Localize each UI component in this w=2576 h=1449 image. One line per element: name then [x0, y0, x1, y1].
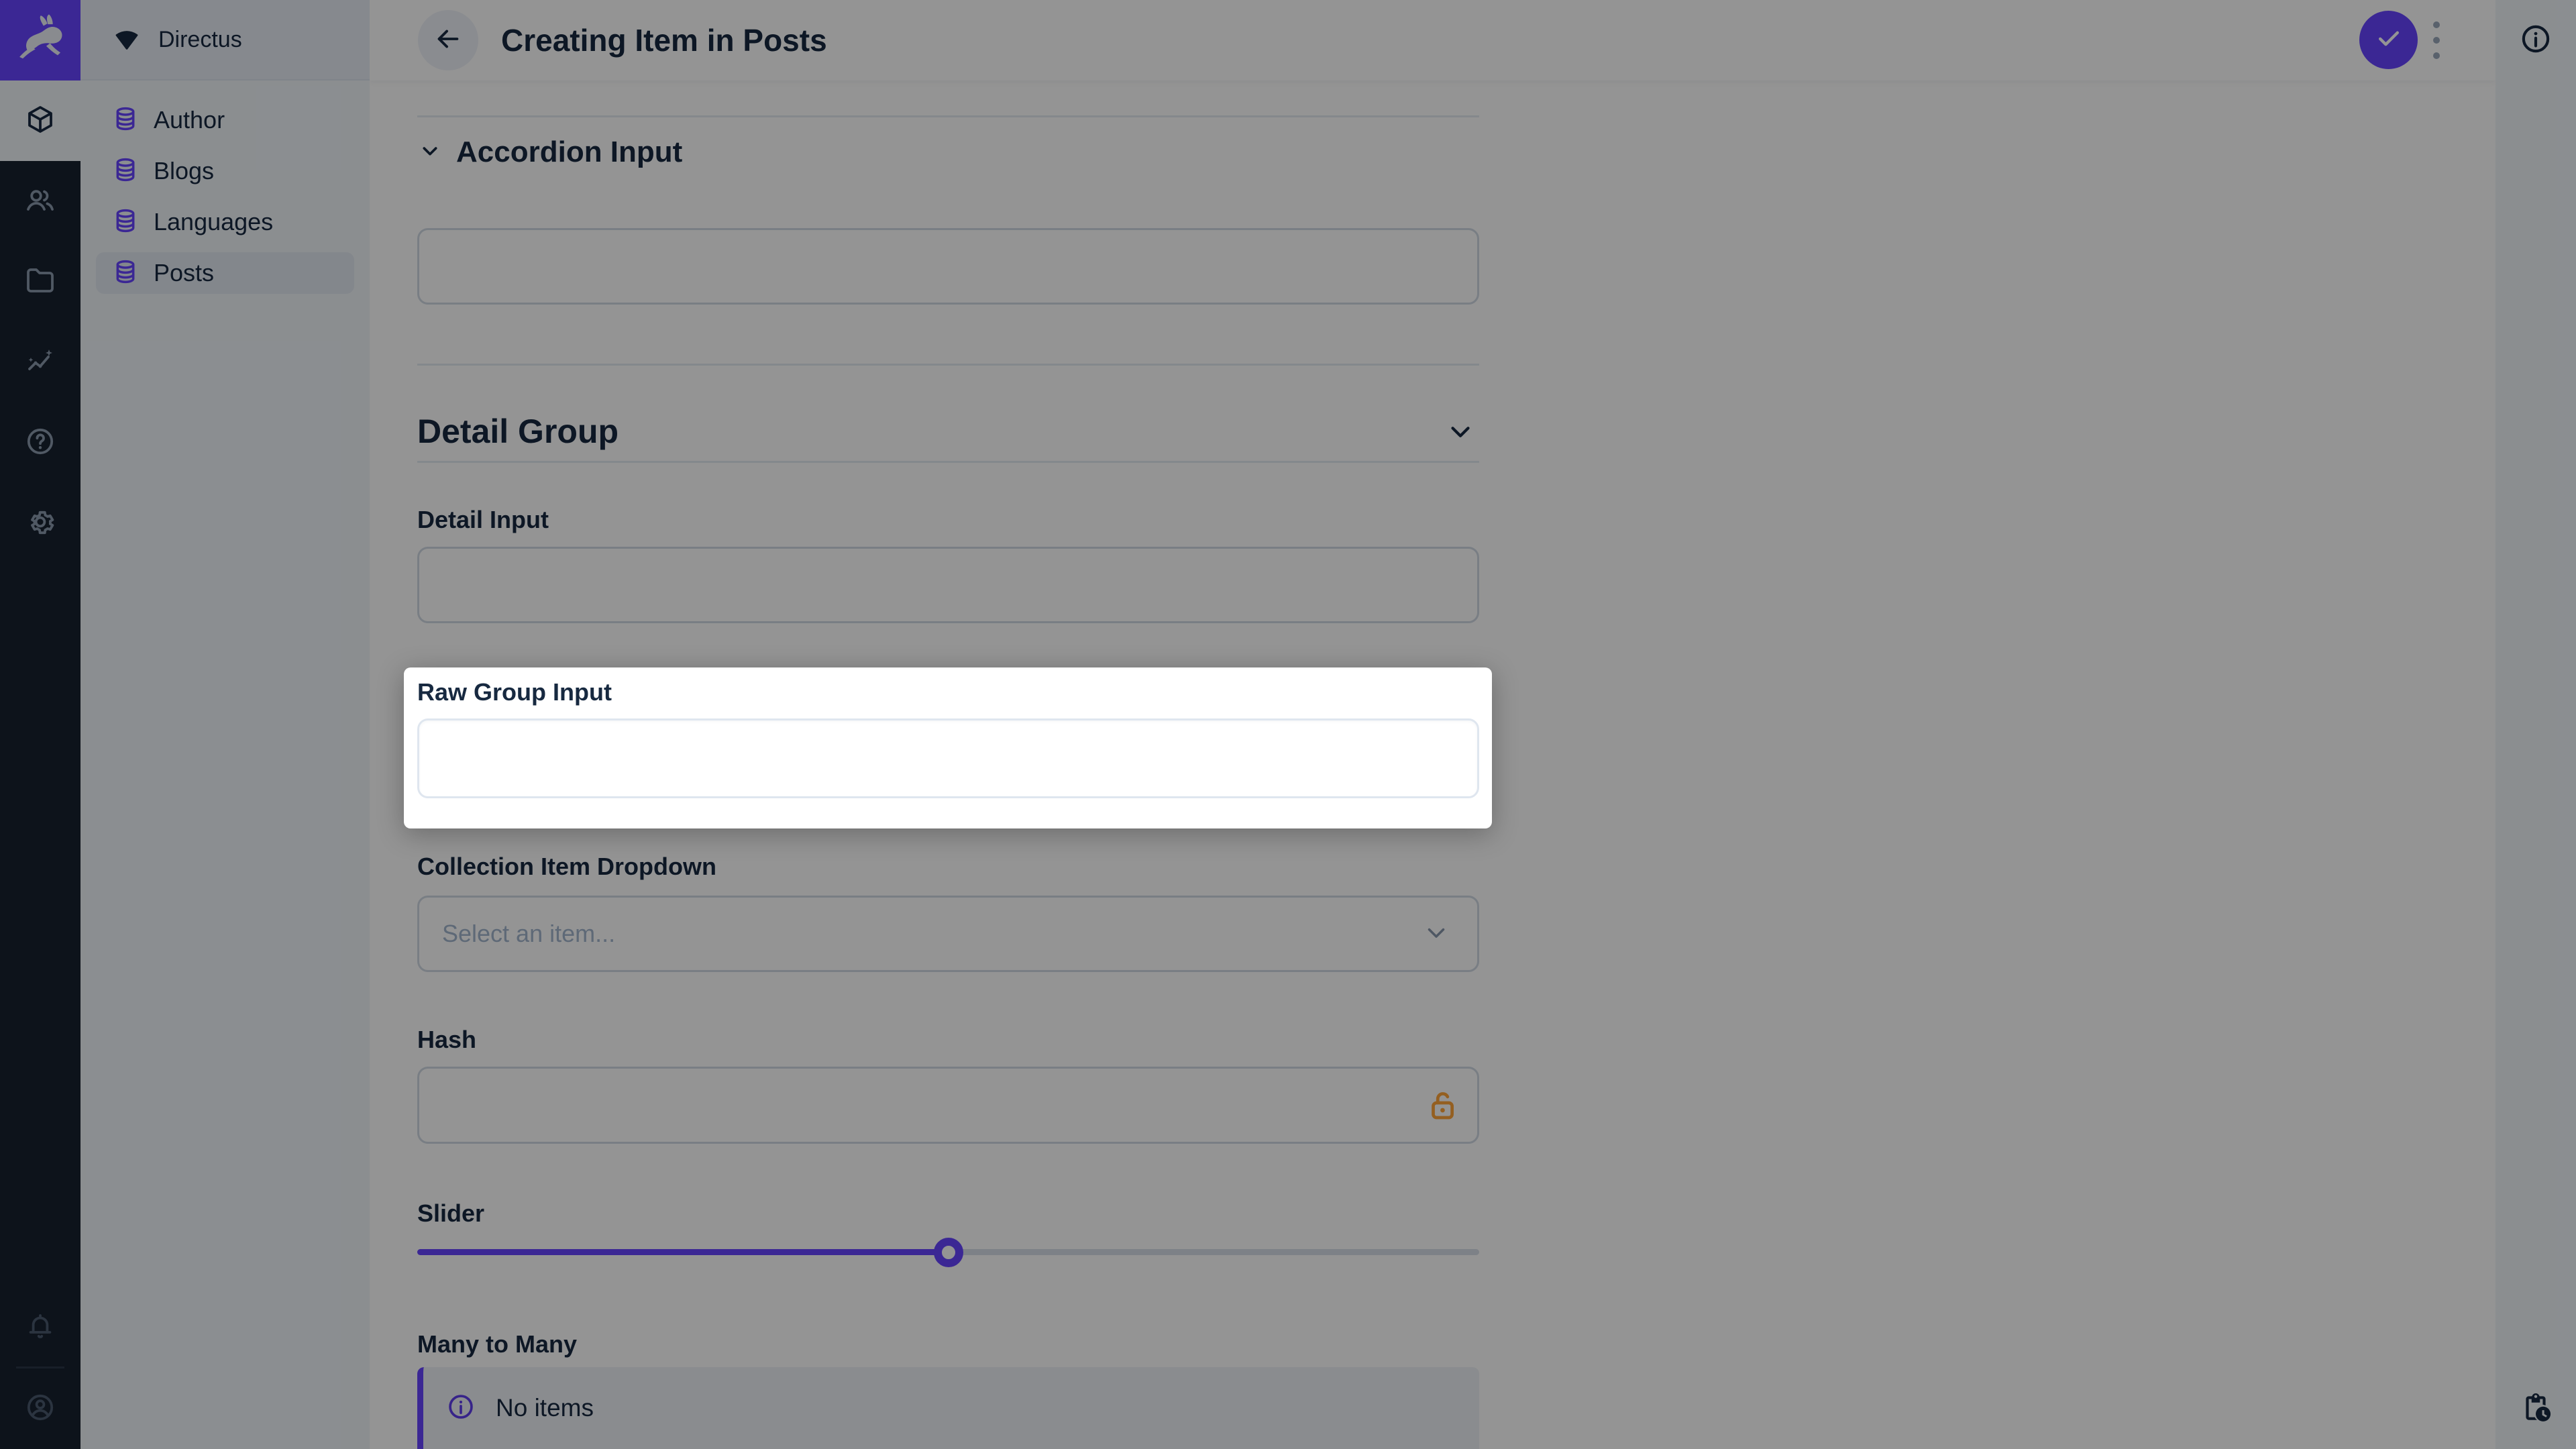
raw-group-input[interactable] [417, 718, 1479, 798]
raw-group-input-spotlight: Raw Group Input [404, 667, 1492, 828]
raw-group-input-label: Raw Group Input [417, 678, 612, 706]
